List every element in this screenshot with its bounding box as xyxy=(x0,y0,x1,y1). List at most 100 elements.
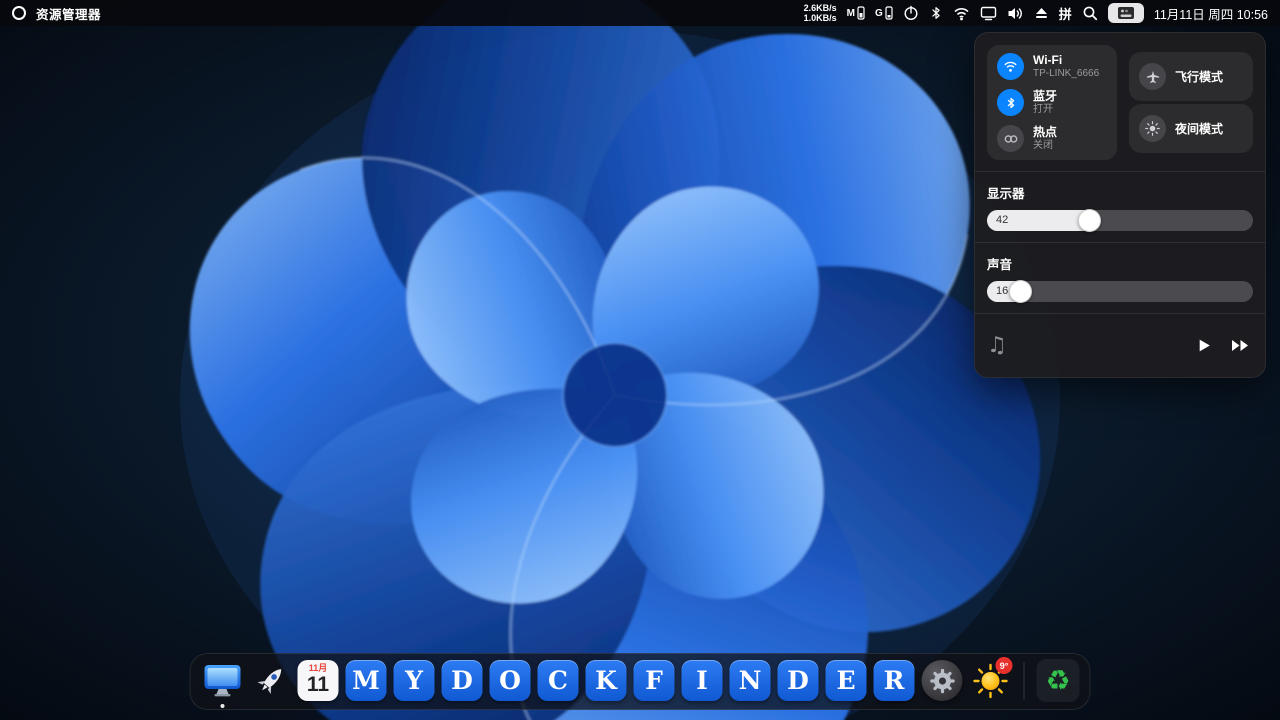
weather-temperature-badge: 9° xyxy=(996,657,1013,674)
gpu-indicator-label: G xyxy=(875,8,883,19)
hotspot-status: 关闭 xyxy=(1033,140,1057,152)
dock-item-letter-m[interactable]: M xyxy=(345,659,388,702)
divider xyxy=(975,242,1265,243)
letter-tile: F xyxy=(634,660,675,701)
net-download-speed: 1.0KB/s xyxy=(804,13,837,23)
gear-icon xyxy=(922,660,963,701)
wifi-title: Wi-Fi xyxy=(1033,53,1099,67)
calendar-month: 11月 xyxy=(309,664,328,673)
dock-item-letter-c[interactable]: C xyxy=(537,659,580,702)
control-center-panel: Wi-Fi TP-LINK_6666 蓝牙 打开 热点 xyxy=(974,32,1266,378)
dock-item-letter-i[interactable]: I xyxy=(681,659,724,702)
letter-tile: R xyxy=(874,660,915,701)
letter-tile: D xyxy=(778,660,819,701)
dock: 11月 11 M Y D O C K F I N D E R xyxy=(190,653,1091,710)
volume-section-label: 声音 xyxy=(987,254,1253,273)
play-button[interactable] xyxy=(1191,332,1217,358)
letter-tile: C xyxy=(538,660,579,701)
volume-icon[interactable] xyxy=(1007,6,1024,21)
system-logo-icon[interactable] xyxy=(12,6,26,20)
media-controls-section: ♫ xyxy=(987,325,1253,365)
wifi-icon[interactable] xyxy=(953,6,970,21)
input-method-indicator[interactable]: 拼 xyxy=(1059,4,1072,23)
letter-tile: E xyxy=(826,660,867,701)
dock-item-letter-y[interactable]: Y xyxy=(393,659,436,702)
recycle-bin-icon: ♻ xyxy=(1037,659,1080,702)
dock-item-calendar[interactable]: 11月 11 xyxy=(297,659,340,702)
airplane-mode-toggle[interactable]: 飞行模式 xyxy=(1129,52,1253,101)
connectivity-card: Wi-Fi TP-LINK_6666 蓝牙 打开 热点 xyxy=(987,45,1117,160)
hotspot-title: 热点 xyxy=(1033,125,1057,139)
power-monitor-icon[interactable] xyxy=(903,5,919,21)
wifi-row[interactable]: Wi-Fi TP-LINK_6666 xyxy=(997,53,1107,80)
letter-tile: Y xyxy=(394,660,435,701)
bluetooth-status: 打开 xyxy=(1033,104,1057,116)
dock-item-settings[interactable] xyxy=(921,659,964,702)
volume-slider[interactable]: 16 xyxy=(987,281,1253,302)
night-mode-icon xyxy=(1139,115,1166,142)
eject-icon[interactable] xyxy=(1034,6,1049,20)
dock-item-trash[interactable]: ♻ xyxy=(1037,659,1080,702)
network-speed-indicator: 2.6KB/s 1.0KB/s xyxy=(804,3,837,24)
menubar-datetime[interactable]: 11月11日 周四 10:56 xyxy=(1154,4,1268,23)
dock-separator xyxy=(1024,662,1025,700)
dock-item-letter-d2[interactable]: D xyxy=(777,659,820,702)
letter-tile: K xyxy=(586,660,627,701)
letter-tile: N xyxy=(730,660,771,701)
dock-item-letter-d1[interactable]: D xyxy=(441,659,484,702)
menubar: 资源管理器 2.6KB/s 1.0KB/s M G xyxy=(0,0,1280,26)
dock-item-letter-f[interactable]: F xyxy=(633,659,676,702)
letter-tile: D xyxy=(442,660,483,701)
wifi-network-name: TP-LINK_6666 xyxy=(1033,68,1099,80)
letter-tile: I xyxy=(682,660,723,701)
dock-item-letter-r[interactable]: R xyxy=(873,659,916,702)
display-icon[interactable] xyxy=(980,6,997,21)
divider xyxy=(975,171,1265,172)
divider xyxy=(975,313,1265,314)
letter-tile: M xyxy=(346,660,387,701)
hotspot-toggle-icon[interactable] xyxy=(997,125,1024,152)
airplane-mode-label: 飞行模式 xyxy=(1175,68,1223,85)
display-brightness-section: 显示器 42 xyxy=(987,183,1253,231)
dock-item-weather[interactable]: 9° xyxy=(969,659,1012,702)
dock-item-finder-display[interactable] xyxy=(201,659,244,702)
search-icon[interactable] xyxy=(1082,5,1098,21)
memory-gauge-icon xyxy=(857,6,865,20)
calendar-icon: 11月 11 xyxy=(298,660,339,701)
next-track-button[interactable] xyxy=(1227,332,1253,358)
brightness-slider-fill: 42 xyxy=(987,210,1099,231)
night-mode-label: 夜间模式 xyxy=(1175,120,1223,137)
bluetooth-icon[interactable] xyxy=(929,5,943,21)
control-center-icon xyxy=(1117,6,1135,20)
dock-item-letter-e[interactable]: E xyxy=(825,659,868,702)
display-app-icon xyxy=(202,662,242,700)
wifi-toggle-icon[interactable] xyxy=(997,53,1024,80)
brightness-slider-knob[interactable] xyxy=(1078,209,1101,232)
gpu-indicator[interactable]: G xyxy=(875,6,893,20)
letter-tile: O xyxy=(490,660,531,701)
display-section-label: 显示器 xyxy=(987,183,1253,202)
brightness-value: 42 xyxy=(996,210,1008,231)
control-center-button[interactable] xyxy=(1108,3,1144,23)
volume-section: 声音 16 xyxy=(987,254,1253,302)
running-indicator-dot xyxy=(220,704,224,708)
bluetooth-toggle-icon[interactable] xyxy=(997,89,1024,116)
bluetooth-row[interactable]: 蓝牙 打开 xyxy=(997,89,1107,116)
rocket-icon xyxy=(251,662,289,700)
bluetooth-title: 蓝牙 xyxy=(1033,89,1057,103)
net-upload-speed: 2.6KB/s xyxy=(804,3,837,13)
dock-item-launchpad[interactable] xyxy=(249,659,292,702)
night-mode-toggle[interactable]: 夜间模式 xyxy=(1129,104,1253,153)
dock-item-letter-o[interactable]: O xyxy=(489,659,532,702)
gpu-gauge-icon xyxy=(885,6,893,20)
volume-slider-knob[interactable] xyxy=(1009,280,1032,303)
calendar-day: 11 xyxy=(307,673,329,696)
airplane-icon xyxy=(1139,63,1166,90)
brightness-slider[interactable]: 42 xyxy=(987,210,1253,231)
active-app-title[interactable]: 资源管理器 xyxy=(36,4,101,23)
dock-item-letter-k[interactable]: K xyxy=(585,659,628,702)
music-note-icon: ♫ xyxy=(987,333,1007,358)
memory-indicator[interactable]: M xyxy=(847,6,865,20)
dock-item-letter-n[interactable]: N xyxy=(729,659,772,702)
hotspot-row[interactable]: 热点 关闭 xyxy=(997,125,1107,152)
